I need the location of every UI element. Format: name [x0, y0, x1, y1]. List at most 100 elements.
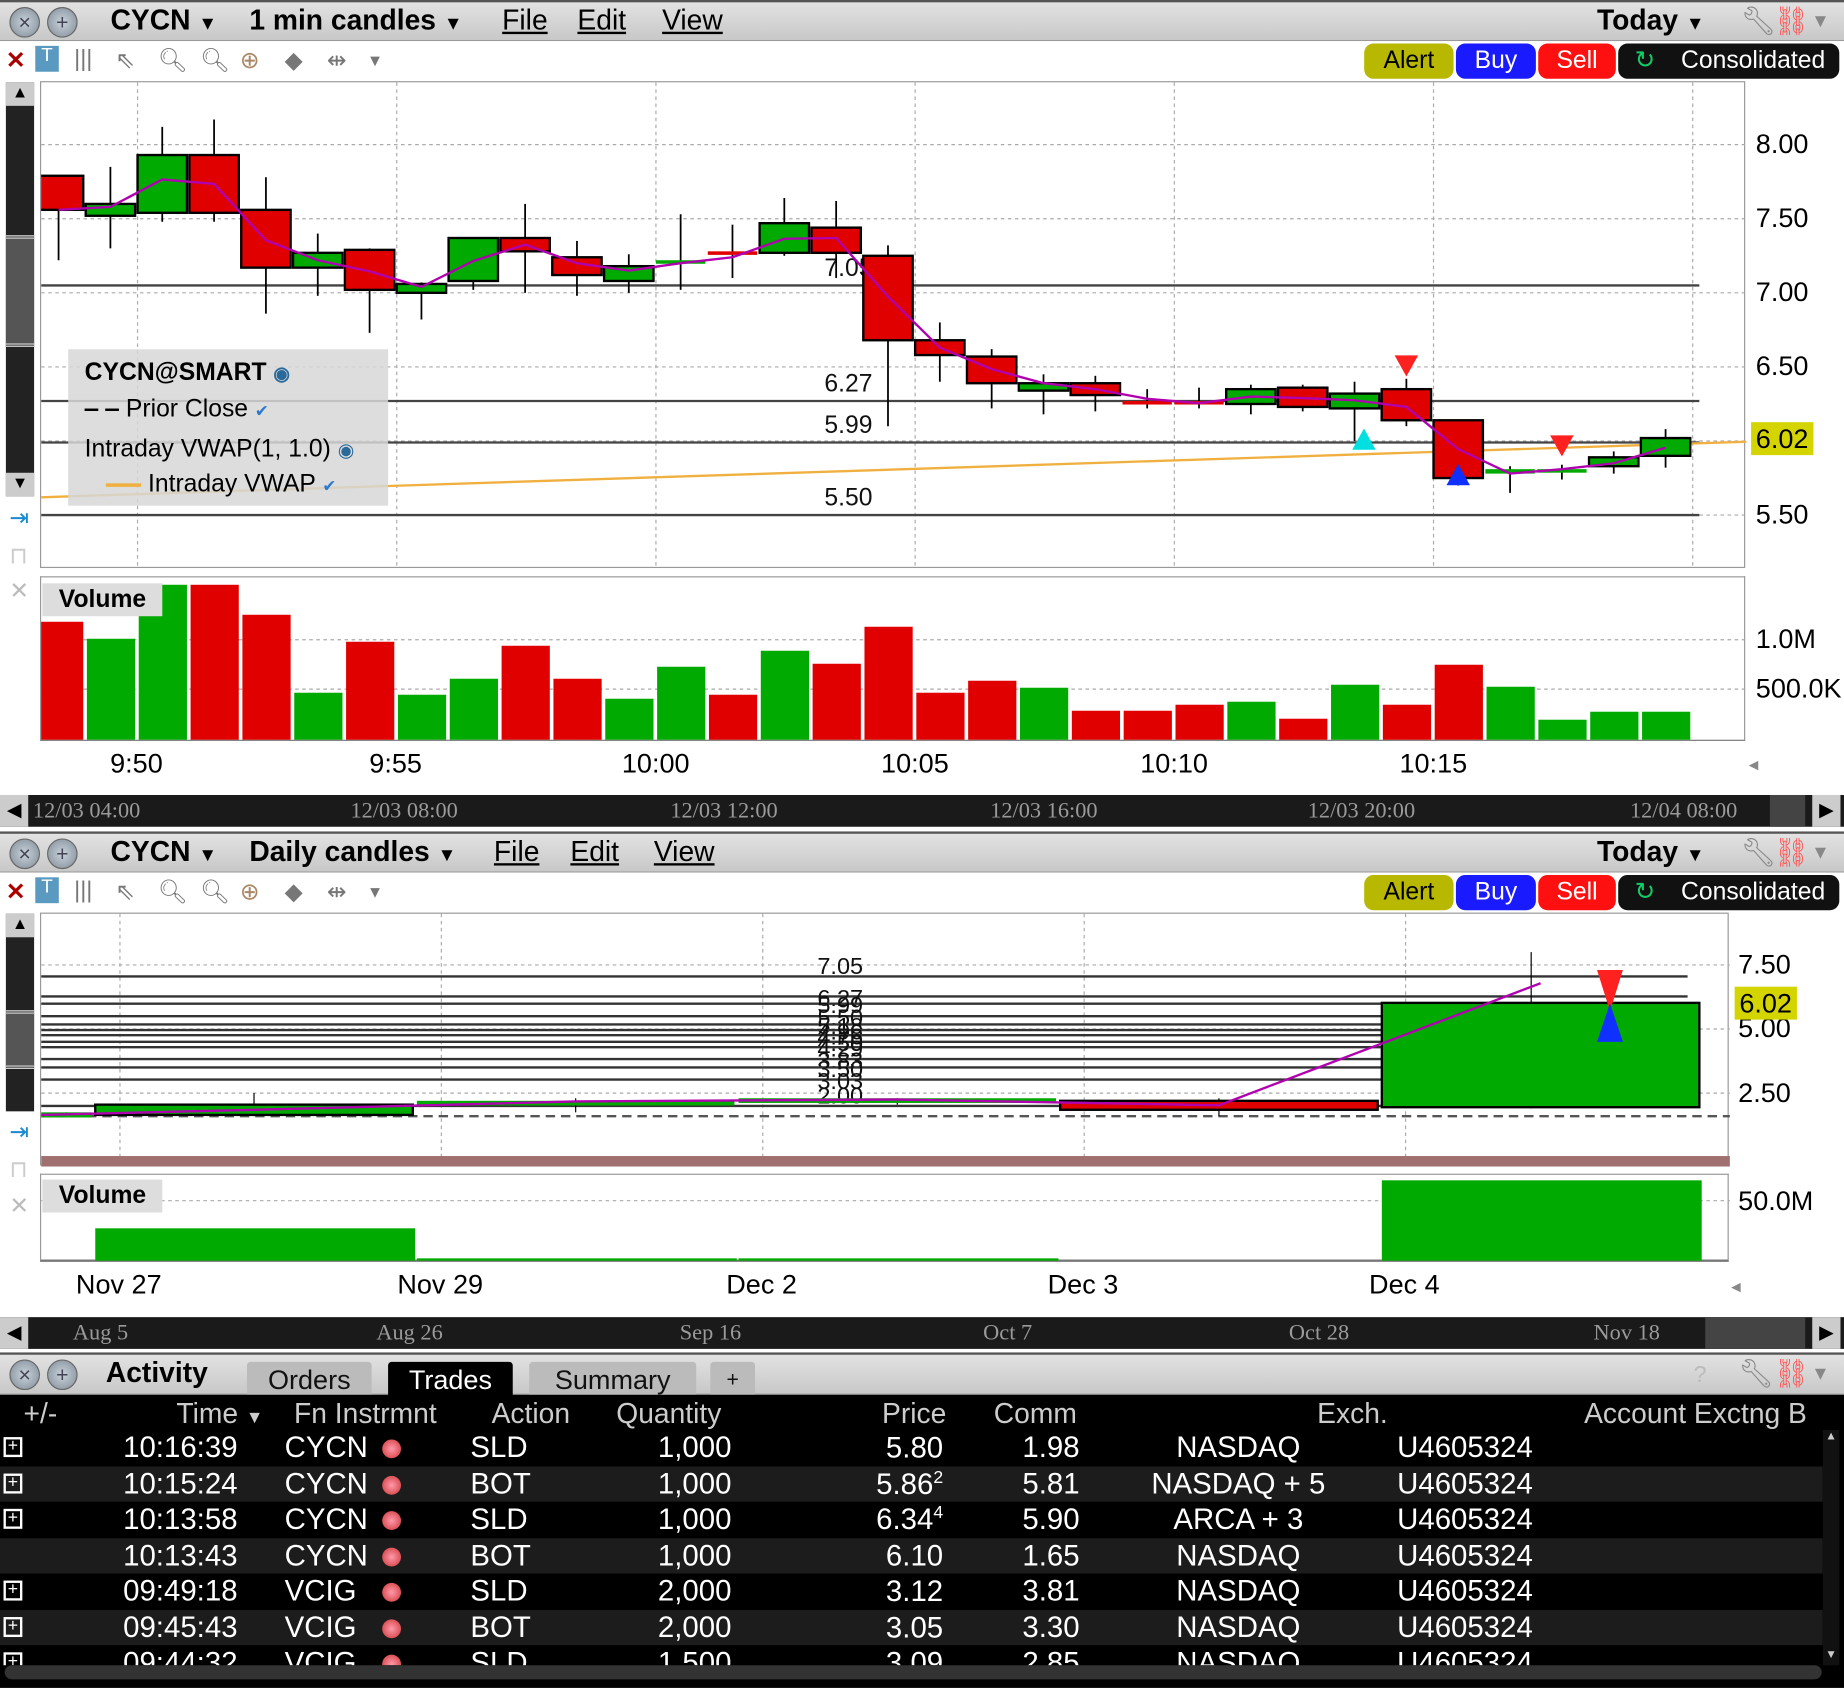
sell-button[interactable]: Sell: [1538, 43, 1616, 79]
lock-icon[interactable]: ⊓: [9, 1155, 27, 1184]
fit-icon[interactable]: ⇹: [327, 46, 347, 75]
close-panel-icon[interactable]: ✕: [9, 1191, 29, 1220]
col-exchange[interactable]: Exch.: [1317, 1398, 1388, 1431]
close-window-icon[interactable]: ×: [9, 7, 40, 38]
crosshair-icon[interactable]: ⊕: [240, 877, 260, 906]
tab-trades[interactable]: Trades: [388, 1361, 513, 1398]
scroll-right-small-icon[interactable]: ◂: [1749, 753, 1758, 777]
menu-edit[interactable]: Edit: [570, 836, 619, 869]
menu-arrow-icon[interactable]: ▼: [1811, 1364, 1830, 1385]
delete-icon[interactable]: ✕: [6, 877, 26, 906]
col-instrument[interactable]: Fn Instrmnt: [294, 1398, 437, 1431]
tab-summary[interactable]: Summary: [529, 1361, 697, 1398]
range-dropdown[interactable]: Today ▼: [1597, 5, 1705, 38]
exchange-flag-icon[interactable]: [382, 1511, 402, 1531]
expand-row-icon[interactable]: +: [3, 1652, 23, 1666]
menu-view[interactable]: View: [654, 836, 715, 869]
table-row[interactable]: +09:45:43 VCIG BOT 2,000 3.05 3.30 NASDAQ U4605…: [0, 1609, 1823, 1646]
table-row[interactable]: +09:49:18 VCIG SLD 2,000 3.12 3.81 NASDAQ U4605…: [0, 1573, 1823, 1610]
link-icon[interactable]: ⛓︎: [1773, 1357, 1809, 1391]
col-action[interactable]: Action: [492, 1398, 570, 1431]
close-panel-icon[interactable]: ✕: [9, 576, 29, 605]
expand-row-icon[interactable]: +: [3, 1437, 23, 1458]
menu-edit[interactable]: Edit: [577, 5, 626, 38]
exchange-flag-icon[interactable]: [382, 1547, 402, 1566]
tools-more-icon[interactable]: ▼: [367, 882, 383, 901]
globe-icon[interactable]: ◉: [338, 441, 354, 461]
cursor-tool-icon[interactable]: ⇖: [115, 877, 135, 906]
table-vscrollbar[interactable]: ▲ ▼: [1822, 1430, 1840, 1666]
wrench-icon[interactable]: 🔧︎: [1741, 836, 1777, 870]
symbol-dropdown[interactable]: CYCN ▼: [111, 836, 217, 869]
table-row[interactable]: +10:16:39 CYCN SLD 1,000 5.80 1.98 NASDAQ U4605…: [0, 1430, 1823, 1466]
symbol-dropdown[interactable]: CYCN ▼: [111, 5, 217, 38]
col-quantity[interactable]: Quantity: [616, 1398, 721, 1431]
scroll-down-icon[interactable]: ▼: [5, 472, 35, 497]
fit-icon[interactable]: ⇹: [327, 877, 347, 906]
expand-row-icon[interactable]: +: [3, 1473, 23, 1493]
wrench-icon[interactable]: 🔧︎: [1741, 5, 1777, 39]
col-account[interactable]: Account Exctng B: [1584, 1398, 1807, 1431]
add-window-icon[interactable]: +: [47, 1359, 78, 1391]
price-chart-daily[interactable]: 7.05 6.27 5.99 5.50 5.18 4.96 4.76 4.50 4.29 3.83…: [39, 912, 1730, 1167]
bar-type-icon[interactable]: |||: [74, 877, 92, 904]
menu-arrow-icon[interactable]: ▼: [1811, 843, 1830, 864]
exchange-flag-icon[interactable]: [382, 1582, 402, 1602]
pan-icon[interactable]: ◆: [285, 46, 303, 75]
add-window-icon[interactable]: +: [47, 838, 78, 870]
text-tool-icon[interactable]: T: [35, 877, 59, 904]
scroll-up-icon[interactable]: ▲: [5, 82, 35, 106]
alert-button[interactable]: Alert: [1364, 874, 1454, 911]
vertical-scrollbar[interactable]: ▲: [5, 913, 35, 1112]
col-expand[interactable]: +/-: [24, 1398, 58, 1431]
buy-button[interactable]: Buy: [1455, 874, 1536, 911]
table-hscrollbar[interactable]: [4, 1665, 1822, 1680]
globe-icon[interactable]: ◉: [273, 365, 289, 385]
scroll-up-icon[interactable]: ▲: [5, 913, 35, 938]
menu-file[interactable]: File: [494, 836, 539, 869]
scroll-right-icon[interactable]: ▶: [1812, 794, 1841, 827]
scroll-left-icon[interactable]: ◀: [0, 794, 29, 827]
menu-view[interactable]: View: [662, 5, 723, 38]
text-tool-icon[interactable]: T: [35, 45, 59, 72]
close-window-icon[interactable]: ×: [9, 838, 40, 870]
lock-icon[interactable]: ⊓: [9, 541, 27, 570]
col-time[interactable]: Time ▼: [176, 1398, 263, 1431]
check-icon[interactable]: ✔: [255, 401, 269, 420]
add-study-icon[interactable]: ⇥: [9, 503, 29, 532]
add-study-icon[interactable]: ⇥: [9, 1117, 29, 1146]
consolidated-button[interactable]: ↻ Consolidated: [1618, 43, 1840, 79]
wrench-icon[interactable]: 🔧︎: [1738, 1357, 1774, 1391]
legend-study[interactable]: Intraday VWAP(1, 1.0) ◉: [85, 435, 354, 463]
scroll-thumb[interactable]: [5, 235, 35, 347]
zoom-out-icon[interactable]: 🔍︎: [200, 46, 230, 75]
time-scroller-top[interactable]: ◀ 12/03 04:00 12/03 08:00 12/03 12:00 12…: [0, 794, 1844, 827]
scroll-up-icon[interactable]: ▲: [1823, 1430, 1839, 1446]
tab-orders[interactable]: Orders: [246, 1361, 372, 1398]
table-row[interactable]: +10:13:58 CYCN SLD 1,000 6.344 5.90 ARCA + 3 U4…: [0, 1501, 1823, 1538]
interval-dropdown[interactable]: Daily candles ▼: [249, 836, 456, 869]
consolidated-button[interactable]: ↻ Consolidated: [1618, 874, 1840, 911]
zoom-in-icon[interactable]: 🔍︎: [158, 877, 188, 906]
legend-vwap[interactable]: Intraday VWAP ✔: [105, 470, 336, 498]
expand-row-icon[interactable]: +: [3, 1616, 23, 1637]
volume-chart-1min[interactable]: [39, 576, 1747, 741]
buy-button[interactable]: Buy: [1455, 43, 1536, 79]
menu-arrow-icon[interactable]: ▼: [1811, 12, 1830, 33]
expand-row-icon[interactable]: +: [3, 1509, 23, 1529]
cursor-tool-icon[interactable]: ⇖: [115, 46, 135, 75]
close-window-icon[interactable]: ×: [9, 1359, 40, 1391]
zoom-out-icon[interactable]: 🔍︎: [200, 877, 230, 906]
exchange-flag-icon[interactable]: [382, 1475, 402, 1495]
exchange-flag-icon[interactable]: [382, 1654, 402, 1666]
check-icon[interactable]: ✔: [322, 476, 336, 495]
crosshair-icon[interactable]: ⊕: [240, 46, 260, 75]
scroll-down-icon[interactable]: ▼: [1823, 1649, 1839, 1665]
table-row[interactable]: 10:13:43 CYCN BOT 1,000 6.10 1.65 NASDAQ U46053…: [0, 1537, 1823, 1574]
add-window-icon[interactable]: +: [47, 7, 78, 38]
table-row[interactable]: +10:15:24 CYCN BOT 1,000 5.862 5.81 NASDAQ + 5…: [0, 1465, 1823, 1502]
vertical-scrollbar[interactable]: ▲ ▼: [5, 82, 35, 497]
help-icon[interactable]: ?: [1693, 1362, 1706, 1389]
col-price[interactable]: Price: [882, 1398, 946, 1431]
legend-prior-close[interactable]: ‒ ‒ Prior Close ✔: [85, 395, 269, 423]
